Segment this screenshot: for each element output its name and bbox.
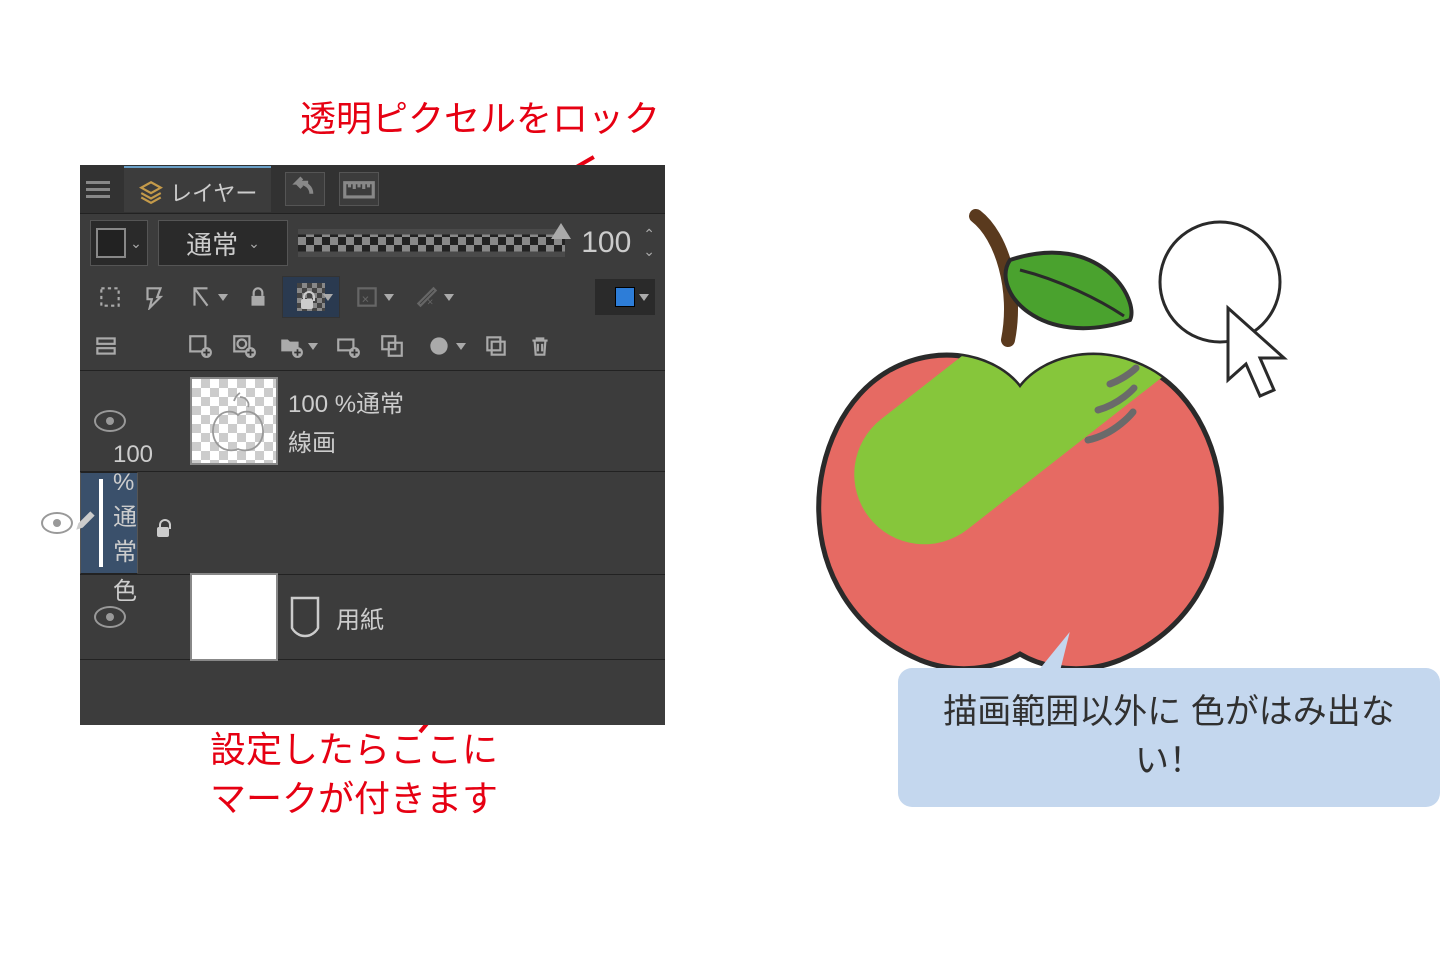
new-raster-layer-button[interactable]	[180, 326, 220, 366]
layer-row-paper[interactable]: 用紙	[80, 574, 665, 660]
opacity-value: 100	[581, 226, 631, 260]
transfer-layer-button[interactable]	[372, 326, 412, 366]
eye-icon	[41, 512, 73, 534]
lock-button[interactable]	[238, 277, 278, 317]
mask-dropdown[interactable]: ×	[344, 277, 400, 317]
opacity-stepper[interactable]: ⌃⌄	[643, 226, 655, 260]
layer-meta: 100 %通常 色	[113, 441, 153, 606]
annotation-lock-transparent: 透明ピクセルをロック	[300, 95, 660, 144]
edit-indicator[interactable]	[73, 507, 99, 539]
palette-color-select[interactable]: ⌄	[90, 220, 148, 266]
tab-layers[interactable]: レイヤー	[124, 166, 271, 212]
blend-mode-label: 通常	[186, 225, 238, 262]
paper-icon	[288, 595, 322, 639]
pencil-icon	[73, 507, 99, 533]
cursor-icon	[1228, 308, 1284, 396]
layer-meta: 100 %通常 線画	[288, 384, 404, 458]
eye-icon	[94, 606, 126, 628]
visibility-toggle[interactable]	[41, 512, 73, 534]
layer-opacity-line: 100 %通常	[288, 384, 404, 419]
new-vector-layer-button[interactable]	[224, 326, 264, 366]
ruler-dropdown[interactable]: ×	[404, 277, 460, 317]
opacity-slider[interactable]	[298, 229, 565, 257]
callout-bubble: 描画範囲以外に 色がはみ出ない！	[898, 668, 1440, 807]
delete-layer-button[interactable]	[520, 326, 560, 366]
lock-transparent-icon	[297, 283, 325, 311]
layer-row-color[interactable]: 100 %通常 色	[80, 472, 138, 574]
draft-layer-button[interactable]	[178, 277, 234, 317]
new-frame-button[interactable]	[328, 326, 368, 366]
illustration-apple	[740, 200, 1320, 720]
callout-text: 描画範囲以外に 色がはみ出ない！	[943, 693, 1394, 780]
layer-tool-row-1: × ×	[80, 272, 665, 322]
svg-text:×: ×	[362, 292, 370, 307]
blend-mode-select[interactable]: 通常⌄	[158, 220, 288, 266]
color-swatch-icon	[96, 228, 126, 258]
layers-icon	[138, 179, 164, 205]
panel-titlebar: レイヤー	[80, 165, 665, 214]
layer-tool-row-2	[80, 322, 665, 370]
layer-name: 用紙	[336, 600, 384, 635]
new-folder-button[interactable]	[268, 326, 324, 366]
settings-button[interactable]	[339, 172, 379, 206]
visibility-toggle[interactable]	[80, 606, 140, 628]
undo-button[interactable]	[285, 172, 325, 206]
panel-view-button[interactable]	[86, 326, 126, 366]
layer-name: 色	[113, 571, 153, 606]
reference-layer-button[interactable]	[134, 277, 174, 317]
undo-icon	[286, 170, 324, 208]
layer-color-chip	[615, 287, 635, 307]
duplicate-layer-button[interactable]	[476, 326, 516, 366]
svg-text:×: ×	[427, 297, 433, 309]
layer-thumbnail	[190, 573, 278, 661]
layer-thumbnail	[190, 377, 278, 465]
panel-menu-icon[interactable]	[86, 181, 110, 198]
annotation-mark: 設定したらここに マークが付きます	[210, 726, 498, 823]
ruler-icon	[340, 170, 378, 208]
layer-thumbnail	[99, 479, 103, 567]
layer-row-lineart[interactable]: 100 %通常 線画	[80, 370, 665, 472]
visibility-toggle[interactable]	[80, 410, 140, 432]
clip-mask-button[interactable]	[90, 277, 130, 317]
layer-name: 線画	[288, 423, 404, 458]
blend-opacity-row: ⌄ 通常⌄ 100 ⌃⌄	[80, 214, 665, 272]
merge-layer-button[interactable]	[416, 326, 472, 366]
tab-label: レイヤー	[170, 176, 257, 208]
lock-transparent-pixels-button[interactable]	[282, 276, 340, 318]
layer-opacity-line: 100 %通常	[113, 441, 153, 567]
layer-color-dropdown[interactable]	[595, 279, 655, 315]
eye-icon	[94, 410, 126, 432]
layer-panel: レイヤー ⌄ 通常⌄ 100 ⌃⌄ × ×	[80, 165, 665, 725]
layer-meta: 用紙	[288, 595, 384, 639]
